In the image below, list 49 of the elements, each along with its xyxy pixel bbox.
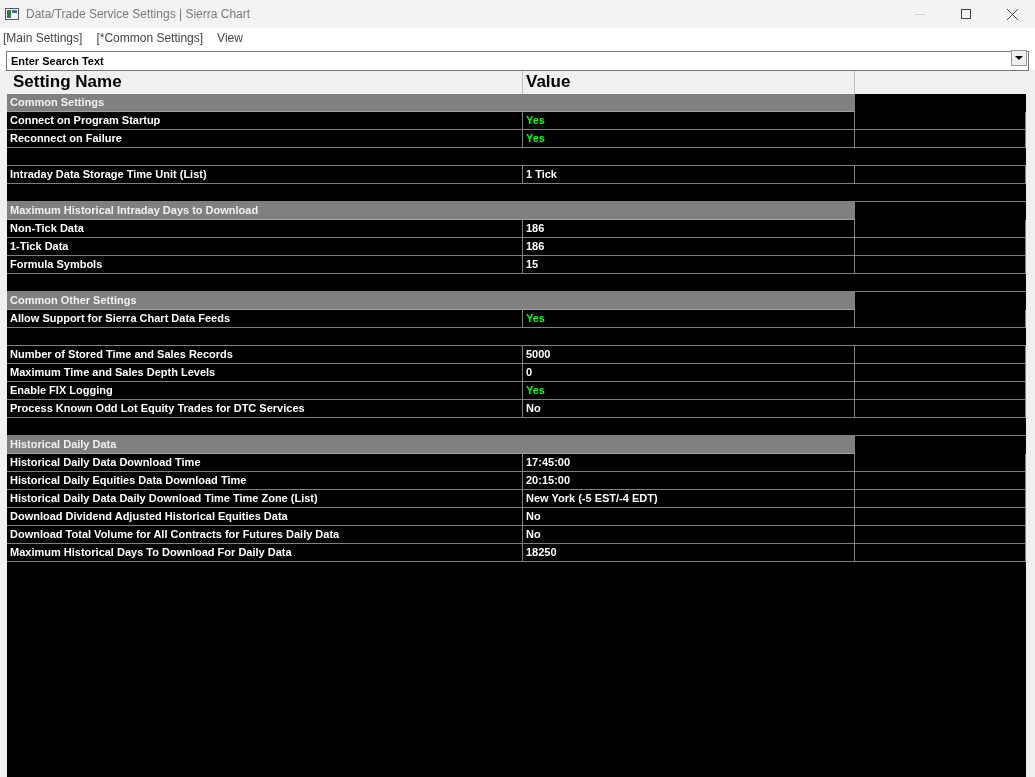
setting-value[interactable]: 15 <box>523 256 855 274</box>
setting-value[interactable]: No <box>523 526 855 544</box>
section-header: Common Other Settings <box>7 292 855 310</box>
setting-value[interactable]: Yes <box>523 130 855 148</box>
caret-icon <box>1015 56 1023 60</box>
setting-value[interactable]: 5000 <box>523 346 855 364</box>
setting-name: Non-Tick Data <box>7 220 523 238</box>
close-icon <box>1006 8 1018 20</box>
setting-name: Allow Support for Sierra Chart Data Feeds <box>7 310 523 328</box>
setting-value[interactable]: No <box>523 400 855 418</box>
setting-value[interactable]: New York (-5 EST/-4 EDT) <box>523 490 855 508</box>
setting-value[interactable]: 17:45:00 <box>523 454 855 472</box>
setting-value[interactable]: 1 Tick <box>523 166 855 184</box>
menu-item[interactable]: [*Common Settings] <box>96 29 204 47</box>
setting-name: Historical Daily Data Daily Download Time Time Zone (List) <box>7 490 523 508</box>
setting-value[interactable]: 18250 <box>523 544 855 562</box>
setting-name: Reconnect on Failure <box>7 130 523 148</box>
setting-value[interactable]: Yes <box>523 382 855 400</box>
section-header: Historical Daily Data <box>7 436 855 454</box>
setting-value[interactable]: 186 <box>523 238 855 256</box>
setting-name: Historical Daily Data Download Time <box>7 454 523 472</box>
search-field[interactable]: Enter Search Text <box>6 51 1029 71</box>
dropdown-button[interactable] <box>1011 50 1027 66</box>
setting-name: Maximum Time and Sales Depth Levels <box>7 364 523 382</box>
setting-name: Number of Stored Time and Sales Records <box>7 346 523 364</box>
section-header: Maximum Historical Intraday Days to Download <box>7 202 855 220</box>
window-title: Data/Trade Service Settings | Sierra Chart <box>26 6 251 23</box>
section-header: Common Settings <box>7 94 855 112</box>
setting-name: 1-Tick Data <box>7 238 523 256</box>
setting-name: Process Known Odd Lot Equity Trades for DTC Services <box>7 400 523 418</box>
setting-value[interactable]: 186 <box>523 220 855 238</box>
setting-name: Intraday Data Storage Time Unit (List) <box>7 166 523 184</box>
menu-item[interactable]: [Main Settings] <box>3 29 83 47</box>
setting-value[interactable]: 20:15:00 <box>523 472 855 490</box>
setting-name: Maximum Historical Days To Download For Daily Data <box>7 544 523 562</box>
minimize-icon <box>915 13 925 15</box>
setting-value[interactable]: 0 <box>523 364 855 382</box>
setting-value[interactable]: Yes <box>523 310 855 328</box>
setting-name: Enable FIX Logging <box>7 382 523 400</box>
setting-name: Connect on Program Startup <box>7 112 523 130</box>
setting-name: Download Dividend Adjusted Historical Equities Data <box>7 508 523 526</box>
setting-value[interactable]: No <box>523 508 855 526</box>
setting-name: Download Total Volume for All Contracts for Futures Daily Data <box>7 526 523 544</box>
menu-item[interactable]: View <box>217 29 243 47</box>
setting-value[interactable]: Yes <box>523 112 855 130</box>
setting-name: Formula Symbols <box>7 256 523 274</box>
app-icon <box>5 8 19 20</box>
maximize-icon <box>961 9 971 19</box>
setting-name: Historical Daily Equities Data Download Time <box>7 472 523 490</box>
